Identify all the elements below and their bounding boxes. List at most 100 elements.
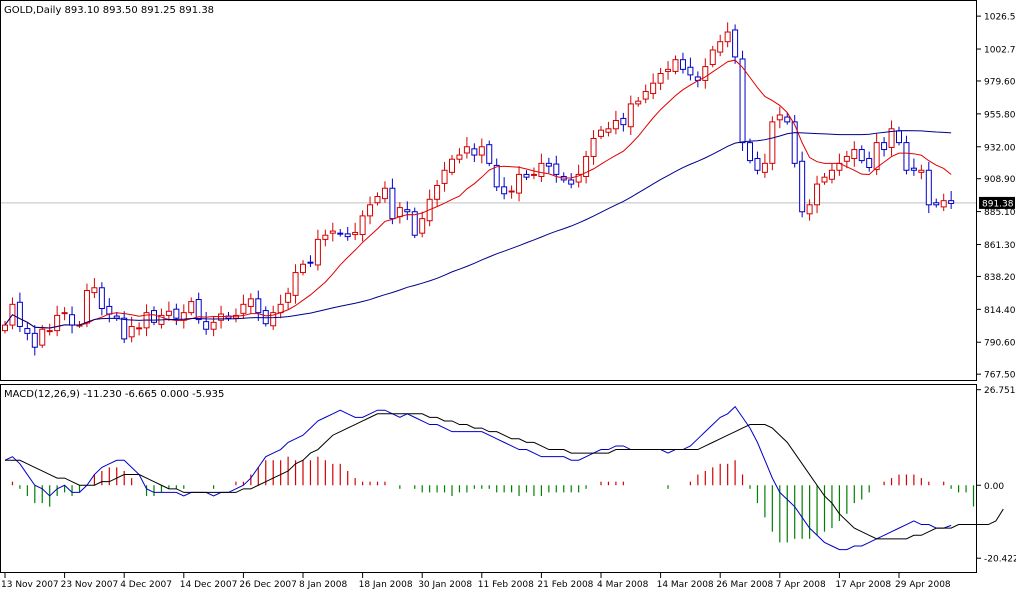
candle (210, 316, 217, 337)
candle-body (672, 59, 679, 72)
candle-body (598, 129, 604, 137)
candle (307, 255, 314, 268)
price-tick-label: 1026.50 (984, 13, 1016, 23)
price-y-axis: 1026.50 1002.70 979.60 955.80 932.00 908.90 88… (976, 13, 1016, 381)
candle-body (255, 298, 262, 314)
candle-body (717, 41, 724, 53)
macd-y-axis: 26.751 0.00 -20.422 (976, 386, 1016, 565)
time-tick-label: 13 Nov 2007 (1, 580, 59, 590)
candle (486, 140, 493, 167)
candle-body (754, 158, 761, 171)
price-tick-label: 979.60 (984, 77, 1016, 87)
candle-body (91, 287, 98, 294)
candle-body (799, 160, 806, 213)
candle (493, 158, 500, 191)
candle-body (747, 142, 753, 162)
candle-body (419, 218, 426, 234)
candle-body (739, 58, 746, 144)
candle (471, 143, 478, 162)
candle-body (449, 158, 455, 173)
candle-body (277, 303, 284, 314)
candle (352, 222, 359, 241)
candle-body (709, 49, 716, 66)
candle (83, 283, 90, 328)
candle (285, 287, 292, 310)
current-price-label: 891.38 (982, 199, 1014, 209)
candle (255, 290, 262, 321)
candle (136, 322, 143, 336)
candle (173, 303, 180, 326)
candle-body (300, 263, 306, 274)
candle (851, 141, 858, 167)
candle (91, 278, 98, 299)
candle-body (337, 232, 344, 235)
price-panel-title: GOLD,Daily 893.10 893.50 891.25 891.38 (4, 5, 214, 16)
candle-body (173, 308, 180, 319)
candle (538, 153, 545, 183)
candle-body (679, 59, 686, 70)
candle (925, 161, 932, 214)
candle (933, 198, 940, 208)
price-tick-label: 767.50 (984, 371, 1016, 381)
candle (337, 229, 344, 237)
candle-body (210, 321, 217, 330)
time-tick-label: 23 Nov 2007 (61, 580, 119, 590)
candle-body (896, 130, 902, 144)
candle (598, 126, 604, 140)
price-tick-label: 908.90 (984, 175, 1016, 185)
candle (24, 323, 31, 341)
candle-body (322, 234, 329, 240)
candle (54, 305, 61, 337)
candle-body (463, 146, 470, 154)
candle (590, 130, 597, 165)
candle-body (188, 301, 195, 314)
candle (940, 193, 947, 212)
candle-body (650, 82, 657, 95)
candle (188, 297, 195, 316)
candle-body (69, 314, 76, 326)
candle (203, 311, 210, 335)
candle (761, 153, 768, 178)
candle (404, 201, 411, 221)
candle-body (687, 66, 694, 76)
candle (605, 121, 612, 137)
candle-body (247, 298, 254, 307)
candle (344, 226, 351, 241)
candle (687, 57, 694, 81)
candle (620, 112, 627, 132)
candle-body (590, 137, 597, 157)
price-tick-label: 1002.70 (984, 46, 1016, 56)
time-tick-label: 21 Feb 2008 (537, 580, 593, 590)
candle-body (851, 149, 858, 160)
candle (31, 325, 38, 356)
candle (478, 138, 485, 164)
candle-body (31, 332, 38, 348)
candle-body (389, 187, 396, 220)
candle-body (46, 330, 53, 333)
candle (523, 170, 530, 180)
candle-body (568, 179, 575, 185)
candle (389, 178, 396, 225)
candle (456, 148, 463, 164)
price-tick-label: 790.60 (984, 339, 1016, 349)
candle (374, 192, 381, 206)
candle (754, 151, 761, 175)
candle-body (16, 301, 23, 327)
candle (396, 202, 403, 224)
time-tick-label: 11 Feb 2008 (478, 580, 534, 590)
candle-body (404, 209, 411, 213)
candle (881, 137, 888, 157)
candle-body (396, 207, 403, 218)
candle (367, 196, 374, 225)
candle (61, 307, 68, 321)
candle (828, 163, 835, 184)
candle (672, 55, 679, 75)
candle (262, 306, 269, 327)
candle-body (441, 169, 448, 184)
candle (39, 325, 46, 348)
candle-body (858, 149, 865, 162)
candle (732, 24, 739, 64)
candle (300, 260, 306, 276)
candle-body (553, 163, 560, 175)
candle-body (344, 233, 351, 238)
